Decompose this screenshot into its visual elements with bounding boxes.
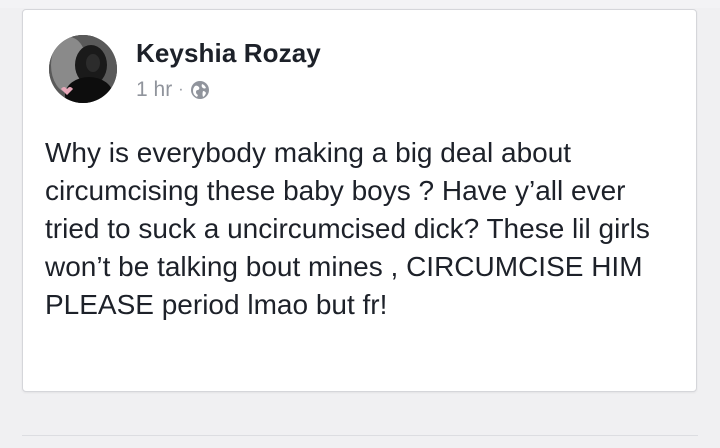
page-background xyxy=(0,0,720,8)
avatar-photo xyxy=(49,35,117,103)
meta-separator: · xyxy=(178,81,184,98)
globe-icon[interactable] xyxy=(190,80,210,100)
avatar[interactable] xyxy=(49,35,117,103)
post-card: Keyshia Rozay 1 hr · Why is everybody ma… xyxy=(22,9,697,392)
post-text: Why is everybody making a big deal about… xyxy=(45,137,650,320)
feed-divider xyxy=(22,435,698,436)
post-meta: 1 hr · xyxy=(136,78,210,102)
author-name[interactable]: Keyshia Rozay xyxy=(136,38,321,69)
post-timestamp[interactable]: 1 hr xyxy=(136,78,172,102)
